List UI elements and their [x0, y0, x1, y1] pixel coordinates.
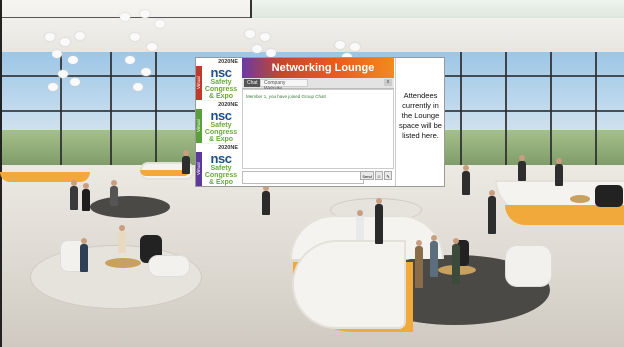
sponsor-ad[interactable]: 2020NE Virtual nsc Safety Congress & Exp…: [196, 58, 240, 100]
curved-sofa: [292, 240, 406, 329]
sponsor-ad[interactable]: 2020NE Virtual nsc Safety Congress & Exp…: [196, 144, 240, 186]
side-table: [570, 195, 590, 203]
ad-line: & Expo: [208, 136, 234, 143]
send-button[interactable]: Send: [360, 171, 374, 180]
ad-side-label: Virtual: [196, 76, 201, 90]
close-icon[interactable]: x: [384, 79, 392, 86]
networking-lounge-window: 2020NE Virtual nsc Safety Congress & Exp…: [196, 58, 444, 186]
nsc-logo: nsc: [210, 151, 232, 166]
chandelier: [115, 8, 175, 98]
curved-sofa-base: [505, 205, 624, 225]
chat-message-list[interactable]: Member 1, you have joined Group Chat!: [242, 89, 394, 169]
ad-line: Congress: [204, 172, 238, 179]
chat-tab-row: Chat Company Website x: [242, 78, 394, 92]
ad-line: Congress: [204, 86, 238, 93]
ad-line: & Expo: [208, 93, 234, 100]
nsc-logo: nsc: [210, 108, 232, 123]
ad-line: Congress: [204, 129, 238, 136]
ad-side-label: Virtual: [196, 119, 201, 133]
edit-icon[interactable]: ✎: [384, 171, 392, 180]
tab-company-website[interactable]: Company Website: [260, 79, 308, 92]
sponsor-ad[interactable]: 2020NE Virtual nsc Safety Congress & Exp…: [196, 101, 240, 143]
nsc-logo: nsc: [210, 65, 232, 80]
chat-message: Member 1, you have joined Group Chat!: [246, 94, 327, 99]
chandelier: [40, 28, 90, 98]
lounge-chair: [505, 245, 552, 287]
sponsor-sidebar: 2020NE Virtual nsc Safety Congress & Exp…: [196, 58, 240, 186]
ad-line: Safety: [210, 122, 232, 129]
chat-input-row: Send ☺ ✎: [242, 170, 394, 184]
coffee-table: [105, 258, 141, 268]
chat-message-input[interactable]: [242, 171, 364, 184]
attendees-panel: Attendees currently in the Lounge space …: [395, 58, 444, 186]
floor-rug: [90, 196, 170, 218]
ad-line: & Expo: [208, 179, 234, 186]
ad-line: Safety: [210, 165, 232, 172]
top-banner-panel: [250, 0, 624, 18]
ad-side-label: Virtual: [196, 162, 201, 176]
ad-line: Safety: [210, 79, 232, 86]
page-title: Networking Lounge: [271, 62, 375, 74]
lounge-chair: [595, 185, 623, 207]
attendees-note: Attendees currently in the Lounge space …: [399, 91, 442, 140]
lounge-chair: [148, 255, 190, 277]
emoji-icon[interactable]: ☺: [375, 171, 383, 180]
